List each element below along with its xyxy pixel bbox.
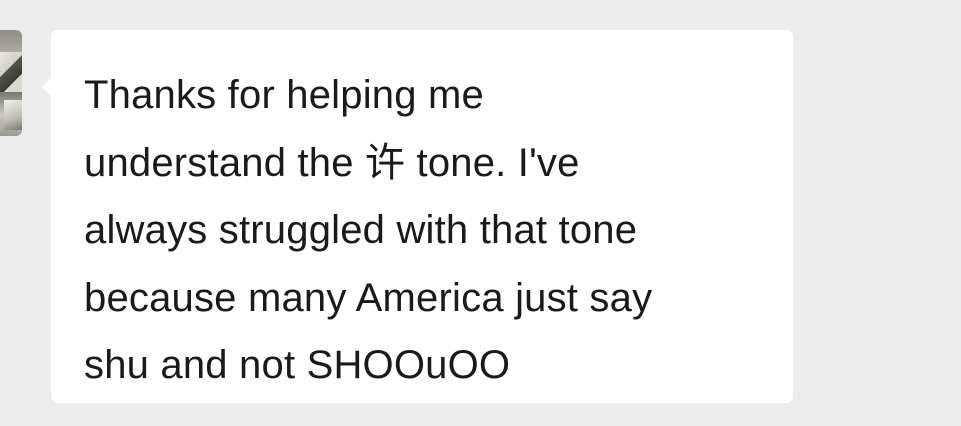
message-text: Thanks for helping me understand the 许 t… [84,73,653,387]
message-bubble[interactable]: Thanks for helping me understand the 许 t… [42,30,793,403]
bubble-tail [42,78,51,96]
avatar[interactable] [0,30,22,136]
chat-area: Thanks for helping me understand the 许 t… [0,0,961,426]
